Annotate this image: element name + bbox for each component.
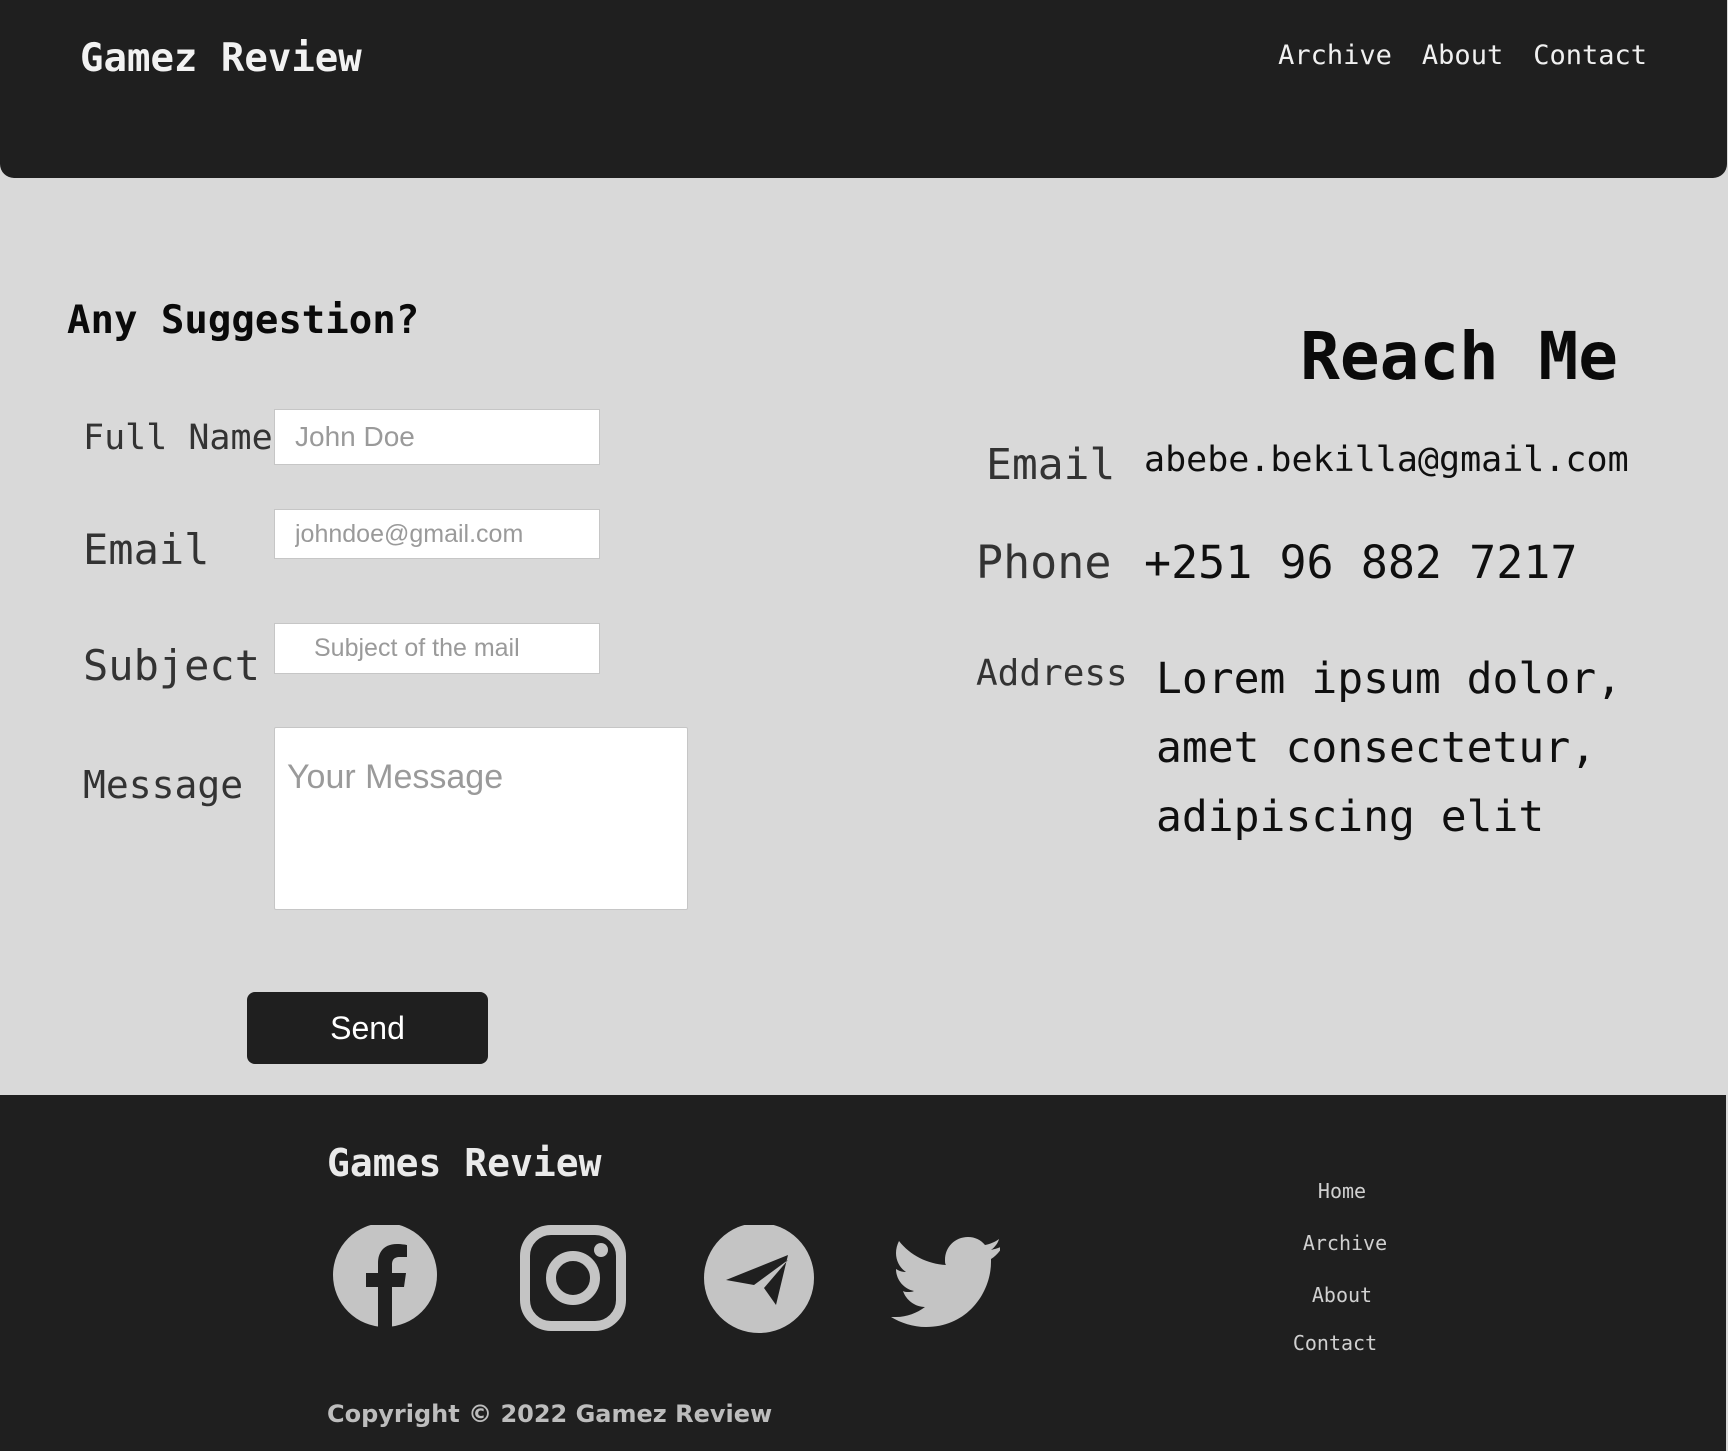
nav-archive[interactable]: Archive [1278,40,1392,71]
message-label: Message [83,763,244,807]
copyright-text: Copyright © 2022 Gamez Review [327,1400,773,1428]
site-header: Gamez Review Archive About Contact [0,0,1727,178]
address-line: amet consectetur, [1156,723,1597,773]
contact-email-label: Email [986,440,1116,490]
nav-about[interactable]: About [1422,40,1503,71]
reach-me-title: Reach Me [1300,318,1618,395]
main-nav: Archive About Contact [1278,40,1647,71]
full-name-input[interactable] [274,409,600,465]
email-label: Email [83,525,210,574]
facebook-icon[interactable] [330,1223,440,1335]
address-line: Lorem ipsum dolor, [1156,654,1622,704]
subject-input[interactable] [274,623,600,674]
nav-contact[interactable]: Contact [1533,40,1647,71]
subject-label: Subject [83,641,261,690]
full-name-label: Full Name [83,418,273,458]
footer-brand: Games Review [327,1141,602,1185]
contact-phone-label: Phone [976,536,1112,589]
footer-link-archive[interactable]: Archive [1265,1231,1425,1255]
telegram-icon[interactable] [704,1223,814,1335]
form-title: Any Suggestion? [67,298,420,343]
email-input[interactable] [274,509,600,559]
address-line: adipiscing elit [1156,792,1545,842]
instagram-icon[interactable] [518,1225,628,1335]
site-footer: Games Review Copyright © 2022 Gamez Revi… [0,1095,1726,1451]
twitter-icon[interactable] [890,1225,1004,1335]
message-textarea[interactable] [274,727,688,910]
contact-address-label: Address [976,653,1128,694]
footer-link-contact[interactable]: Contact [1255,1331,1415,1355]
site-brand[interactable]: Gamez Review [80,36,362,81]
send-button[interactable]: Send [247,992,488,1064]
footer-link-home[interactable]: Home [1262,1179,1422,1203]
contact-address-value: Lorem ipsum dolor, amet consectetur, adi… [1156,645,1696,852]
footer-link-about[interactable]: About [1262,1283,1422,1307]
contact-phone-value: +251 96 882 7217 [1144,536,1578,589]
contact-email-value: abebe.bekilla@gmail.com [1144,440,1629,480]
